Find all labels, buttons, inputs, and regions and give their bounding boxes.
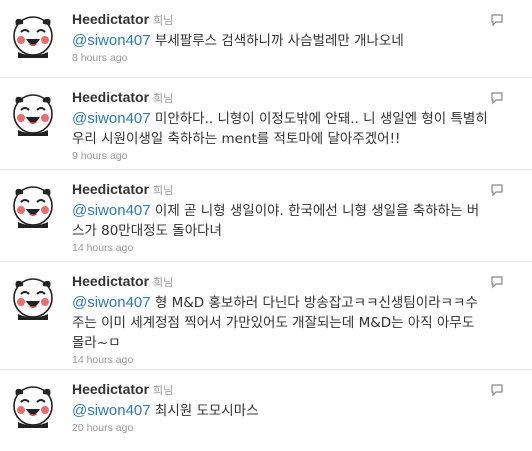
tweet-timeline: Heedictator 희님 @siwon407 부세팔루스 검색하니까 사슴벌레…: [0, 0, 532, 451]
tweet-text: @siwon407 이제 곧 니형 생일이야. 한국에선 니형 생일을 축하하는…: [72, 201, 490, 241]
panda-face-icon[interactable]: [10, 274, 56, 320]
full-name: 희님: [153, 92, 174, 105]
reply-icon[interactable]: [490, 91, 504, 105]
screen-name[interactable]: Heedictator: [72, 273, 149, 289]
tweet-body: 부세팔루스 검색하니까 사슴벌레만 개나오네: [150, 33, 404, 49]
reply-icon[interactable]: [490, 183, 504, 197]
screen-name[interactable]: Heedictator: [72, 181, 149, 197]
reply-icon[interactable]: [490, 13, 504, 27]
tweet-item: Heedictator 희님 @siwon407 이제 곧 니형 생일이야. 한국…: [0, 170, 532, 262]
panda-face-icon[interactable]: [10, 12, 56, 58]
tweet-body: 최시원 도모시마스: [150, 403, 259, 419]
screen-name[interactable]: Heedictator: [72, 381, 149, 397]
tweet-item: Heedictator 희님 @siwon407 최시원 도모시마스 20 hou…: [0, 370, 532, 451]
tweet-item: Heedictator 희님 @siwon407 부세팔루스 검색하니까 사슴벌레…: [0, 0, 532, 78]
reply-icon[interactable]: [490, 275, 504, 289]
timestamp-link[interactable]: 8 hours ago: [72, 52, 490, 64]
mention-link[interactable]: @siwon407: [72, 110, 151, 127]
timestamp-link[interactable]: 14 hours ago: [72, 354, 490, 366]
screen-name[interactable]: Heedictator: [72, 11, 149, 27]
tweet-item: Heedictator 희님 @siwon407 미안하다.. 니형이 이정도밖에…: [0, 78, 532, 170]
full-name: 희님: [153, 14, 174, 27]
full-name: 희님: [153, 184, 174, 197]
reply-icon[interactable]: [490, 383, 504, 397]
tweet-item: Heedictator 희님 @siwon407 형 M&D 홍보하러 다닌다 방…: [0, 262, 532, 370]
mention-link[interactable]: @siwon407: [72, 202, 151, 219]
panda-face-icon[interactable]: [10, 182, 56, 228]
mention-link[interactable]: @siwon407: [72, 294, 151, 311]
timestamp-link[interactable]: 14 hours ago: [72, 242, 490, 254]
timestamp-link[interactable]: 9 hours ago: [72, 150, 490, 162]
full-name: 희님: [153, 276, 174, 289]
panda-face-icon[interactable]: [10, 90, 56, 136]
panda-face-icon[interactable]: [10, 382, 56, 428]
full-name: 희님: [153, 384, 174, 397]
tweet-text: @siwon407 미안하다.. 니형이 이정도밖에 안돼.. 니 생일엔 형이…: [72, 109, 490, 149]
tweet-text: @siwon407 형 M&D 홍보하러 다닌다 방송잡고ㅋㅋ신생팀이라ㅋㅋ수주…: [72, 293, 490, 353]
screen-name[interactable]: Heedictator: [72, 89, 149, 105]
tweet-text: @siwon407 부세팔루스 검색하니까 사슴벌레만 개나오네: [72, 31, 490, 51]
timestamp-link[interactable]: 20 hours ago: [72, 422, 490, 434]
tweet-text: @siwon407 최시원 도모시마스: [72, 401, 490, 421]
mention-link[interactable]: @siwon407: [72, 32, 151, 49]
mention-link[interactable]: @siwon407: [72, 402, 151, 419]
